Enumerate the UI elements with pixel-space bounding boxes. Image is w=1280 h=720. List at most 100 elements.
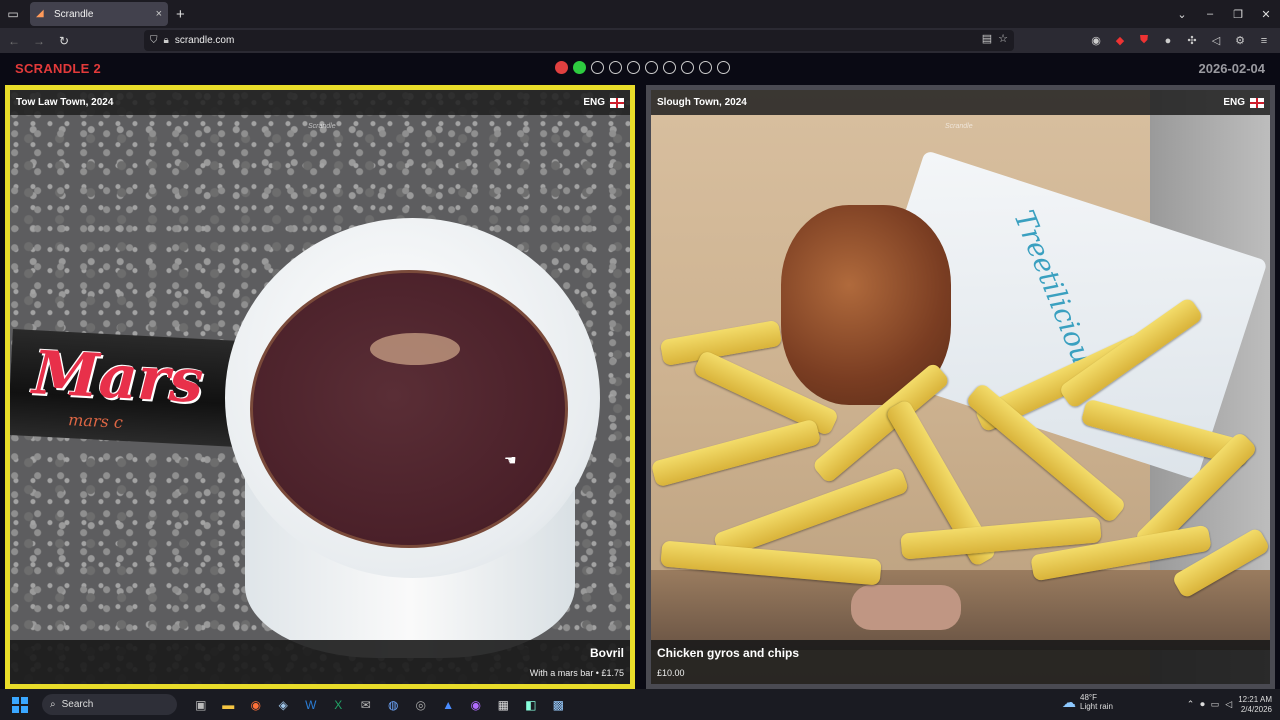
progress-dot (717, 61, 730, 74)
watermark: Scrandle (308, 123, 336, 130)
scrandle-page: SCRANDLE 2 2026-02-04 Mars mars c Tow La… (0, 53, 1280, 689)
mic-icon[interactable]: ⏺ (1200, 699, 1205, 710)
maximize-icon[interactable]: ❐ (1224, 8, 1252, 21)
app-icon[interactable]: ◧ (517, 698, 545, 712)
progress-dot (699, 61, 712, 74)
card-footer: Bovril With a mars bar • £1.75 (10, 640, 630, 684)
task-view-icon[interactable]: ▣ (187, 698, 215, 712)
food-subtitle: With a mars bar • £1.75 (529, 668, 624, 678)
progress-dots (555, 61, 730, 74)
country-code: ENG (1223, 97, 1245, 108)
steam-icon[interactable]: ◈ (270, 698, 298, 712)
reader-view-icon[interactable]: ▤ (982, 32, 992, 45)
excel-icon[interactable]: X (325, 698, 353, 712)
weather-widget[interactable]: ☁ 48°F Light rain (1062, 693, 1113, 711)
mars-bar-image: Mars mars c (10, 329, 243, 447)
game-header: SCRANDLE 2 2026-02-04 (0, 53, 1280, 83)
new-tab-icon[interactable]: + (176, 6, 185, 23)
mars-logo: Mars (30, 338, 205, 418)
rain-cloud-icon: ☁ (1062, 693, 1076, 710)
hand-image (851, 585, 961, 630)
speaker-icon[interactable]: ◁ (1204, 34, 1228, 47)
progress-dot (645, 61, 658, 74)
url-text: scrandle.com (174, 35, 235, 46)
progress-dot (627, 61, 640, 74)
card-location: Tow Law Town, 2024 (16, 97, 114, 108)
progress-dot (681, 61, 694, 74)
mars-logo-small: mars c (67, 410, 124, 432)
firefox-icon[interactable]: ◉ (242, 698, 270, 712)
mail-icon[interactable]: ✉ (352, 698, 380, 712)
windows-taskbar: ⌕ Search ▣ ▬ ◉ ◈ W X ✉ ◍ ◎ ▲ ◉ ▦ ◧ ▩ ☁ 4… (0, 689, 1280, 720)
game-date: 2026-02-04 (1198, 61, 1266, 76)
tab-close-icon[interactable]: × (156, 8, 162, 20)
app-icon[interactable]: ◎ (407, 698, 435, 712)
tab-list-icon[interactable]: ▭ (0, 0, 26, 28)
watermark: Scrandle (945, 123, 973, 130)
search-label: Search (61, 699, 94, 710)
left-food-card[interactable]: Mars mars c Tow Law Town, 2024 ENG Scran… (5, 85, 635, 689)
country-code: ENG (583, 97, 605, 108)
windows-start-icon[interactable] (12, 696, 28, 713)
window-controls: ⌄ – ❐ ✕ (1168, 0, 1280, 28)
menu-icon[interactable]: ≡ (1252, 35, 1276, 47)
right-food-card[interactable]: Treetilicious Slough Town, 2024 ENG Scra… (646, 85, 1275, 689)
bookmark-star-icon[interactable]: ☆ (998, 32, 1008, 45)
browser-nav-bar: ← → ↻ ⛉ 🔒︎ scrandle.com ▤ ☆ ◉ ◆ ⛊ ● ✣ ◁ … (0, 28, 1280, 53)
taskbar-search[interactable]: ⌕ Search (42, 694, 177, 715)
tab-overflow-icon[interactable]: ⌄ (1168, 8, 1196, 21)
minimize-icon[interactable]: – (1196, 8, 1224, 20)
back-icon[interactable]: ← (3, 34, 25, 48)
browser-tab[interactable]: ◢ Scrandle × (30, 2, 168, 26)
taskbar-clock[interactable]: 12:21 AM 2/4/2026 (1238, 695, 1272, 715)
extension-icon[interactable]: ◆ (1108, 34, 1132, 47)
taskbar-apps: ▣ ▬ ◉ ◈ W X ✉ ◍ ◎ ▲ ◉ ▦ ◧ ▩ (187, 698, 572, 712)
app-icon[interactable]: ◍ (380, 698, 408, 712)
window-close-icon[interactable]: ✕ (1252, 8, 1280, 21)
browser-tab-bar: ▭ ◢ Scrandle × + ⌄ – ❐ ✕ (0, 0, 1280, 28)
app-icon[interactable]: ▲ (435, 698, 463, 712)
card-location: Slough Town, 2024 (657, 97, 747, 108)
extensions-puzzle-icon[interactable]: ✣ (1180, 34, 1204, 47)
england-flag-icon (610, 97, 624, 108)
system-tray: ⌃ ⏺ ▭ ◁ 12:21 AM 2/4/2026 (1187, 689, 1272, 720)
food-title: Bovril (589, 646, 624, 660)
extension-icon[interactable]: ● (1156, 35, 1180, 47)
tab-title: Scrandle (54, 8, 94, 20)
clock-time: 12:21 AM (1238, 694, 1272, 704)
card-header: Tow Law Town, 2024 ENG (10, 90, 630, 115)
bovril-cup-image (215, 218, 605, 658)
ublock-icon[interactable]: ⛊ (1132, 34, 1156, 47)
file-explorer-icon[interactable]: ▬ (215, 698, 243, 712)
shield-icon[interactable]: ⛉ (150, 35, 158, 46)
progress-dot (555, 61, 568, 74)
progress-dot (573, 61, 586, 74)
food-subtitle: £10.00 (657, 668, 685, 678)
weather-temp: 48°F (1080, 693, 1097, 702)
address-bar[interactable]: ⛉ 🔒︎ scrandle.com ▤ ☆ (144, 30, 1014, 51)
food-title: Chicken gyros and chips (657, 646, 800, 660)
word-icon[interactable]: W (297, 698, 325, 712)
app-icon[interactable]: ◉ (462, 698, 490, 712)
card-header: Slough Town, 2024 ENG (651, 90, 1270, 115)
extension-toolbar: ◉ ◆ ⛊ ● ✣ ◁ ⚙ ≡ (1084, 28, 1276, 53)
chips-image (651, 296, 1270, 600)
weather-desc: Light rain (1080, 702, 1113, 711)
app-icon[interactable]: ▦ (490, 698, 518, 712)
reload-icon[interactable]: ↻ (53, 34, 75, 48)
card-footer: Chicken gyros and chips £10.00 (651, 640, 1270, 684)
app-icon[interactable]: ▩ (545, 698, 573, 712)
extension-icon[interactable]: ◉ (1084, 34, 1108, 47)
site-favicon-icon: ◢ (36, 8, 44, 19)
tray-overflow-icon[interactable]: ⌃ (1187, 699, 1195, 710)
progress-dot (591, 61, 604, 74)
lock-icon[interactable]: 🔒︎ (164, 35, 169, 46)
network-icon[interactable]: ▭ (1211, 699, 1220, 710)
clock-date: 2/4/2026 (1240, 704, 1272, 714)
extension-icon[interactable]: ⚙ (1228, 34, 1252, 47)
progress-dot (663, 61, 676, 74)
volume-icon[interactable]: ◁ (1225, 699, 1232, 710)
mouse-pointer-icon: ☚ (504, 452, 517, 468)
brand-logo[interactable]: SCRANDLE 2 (15, 61, 101, 76)
forward-icon[interactable]: → (28, 34, 50, 48)
